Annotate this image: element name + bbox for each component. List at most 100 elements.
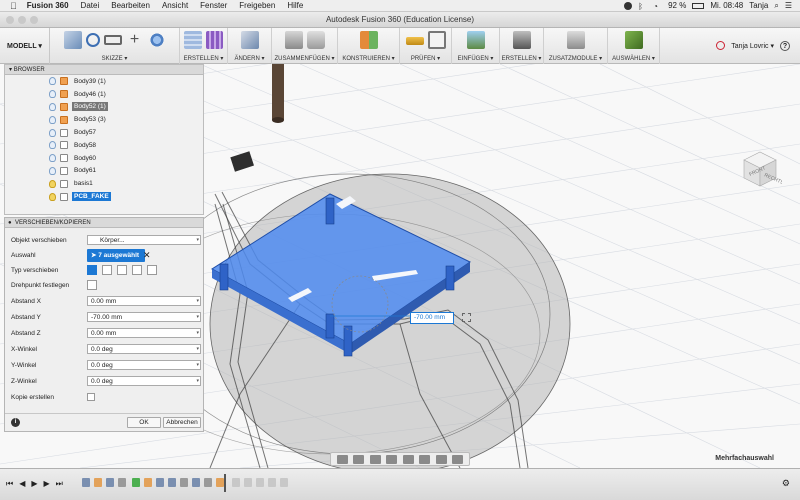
visibility-bulb-icon[interactable] bbox=[49, 179, 56, 188]
play-icon[interactable]: ▶ bbox=[31, 479, 37, 489]
visibility-bulb-icon[interactable] bbox=[49, 192, 56, 201]
ok-button[interactable]: OK bbox=[127, 417, 161, 428]
workspace-switcher[interactable]: MODELL ▾ bbox=[0, 28, 50, 64]
timeline-feature[interactable] bbox=[82, 478, 90, 487]
menubar-user[interactable]: Tanja bbox=[749, 1, 768, 10]
measure-icon[interactable] bbox=[405, 37, 424, 45]
menu-bearbeiten[interactable]: Bearbeiten bbox=[105, 1, 156, 10]
timeline-feature[interactable] bbox=[216, 478, 224, 487]
create-sketch-icon[interactable] bbox=[63, 31, 82, 49]
set-pivot-icon[interactable] bbox=[87, 280, 97, 290]
insert-image-icon[interactable] bbox=[466, 31, 485, 49]
free-move-icon[interactable] bbox=[87, 265, 97, 275]
timeline-feature[interactable] bbox=[204, 478, 212, 487]
orbit-icon[interactable] bbox=[336, 454, 348, 464]
menu-fenster[interactable]: Fenster bbox=[194, 1, 233, 10]
minimize-window-icon[interactable] bbox=[18, 16, 26, 24]
distance-y-input[interactable]: -70.00 mm ▾ bbox=[87, 312, 201, 322]
browser-header[interactable]: ▾ BROWSER bbox=[5, 65, 203, 75]
rotate-icon[interactable] bbox=[117, 265, 127, 275]
timeline-feature[interactable] bbox=[132, 478, 140, 487]
component-connector[interactable] bbox=[230, 151, 254, 172]
user-menu[interactable]: Tanja Lovric ▾ bbox=[731, 42, 774, 50]
timeline-feature[interactable] bbox=[106, 478, 114, 487]
close-window-icon[interactable] bbox=[6, 16, 14, 24]
ribbon-label-zusatzmodule[interactable]: ZUSATZMODULE ▾ bbox=[549, 55, 602, 62]
canvas-distance-input[interactable]: -70.00 mm bbox=[410, 312, 454, 324]
clock[interactable]: Mi. 08:48 bbox=[710, 1, 743, 10]
move-object-select[interactable]: Körper... ▾ bbox=[87, 235, 201, 245]
zoom-window-icon[interactable] bbox=[30, 16, 38, 24]
info-icon[interactable]: i bbox=[11, 418, 20, 427]
create-form-icon[interactable] bbox=[205, 31, 223, 49]
new-component-icon[interactable] bbox=[284, 31, 303, 49]
ribbon-label-erstellen[interactable]: ERSTELLEN ▾ bbox=[184, 55, 224, 62]
rectangle-icon[interactable] bbox=[103, 35, 122, 45]
visibility-bulb-icon[interactable] bbox=[49, 166, 56, 175]
timeline-feature[interactable] bbox=[268, 478, 276, 487]
browser-item[interactable]: basis1 bbox=[5, 177, 203, 190]
scripts-addins-icon[interactable] bbox=[566, 31, 585, 49]
browser-item[interactable]: Body58 bbox=[5, 139, 203, 152]
dropbox-icon[interactable] bbox=[624, 1, 633, 10]
grid-settings-icon[interactable] bbox=[435, 454, 447, 464]
go-to-start-icon[interactable]: ⏮ bbox=[6, 479, 13, 489]
menu-app-name[interactable]: Fusion 360 bbox=[21, 1, 75, 10]
browser-item[interactable]: PCB_FAKE bbox=[5, 190, 203, 203]
extrude-icon[interactable] bbox=[184, 31, 202, 49]
clear-selection-icon[interactable]: ✕ bbox=[143, 250, 151, 261]
pivot-handle-icon[interactable] bbox=[462, 313, 471, 322]
dialog-collapse-icon[interactable]: ● bbox=[8, 218, 12, 228]
selection-chip[interactable]: ➤ 7 ausgewählt bbox=[87, 249, 146, 262]
display-settings-icon[interactable] bbox=[419, 454, 431, 464]
point-icon[interactable]: + bbox=[126, 31, 144, 49]
browser-item[interactable]: Body52 (1) bbox=[5, 101, 203, 114]
help-icon[interactable]: ? bbox=[780, 40, 790, 51]
visibility-bulb-icon[interactable] bbox=[49, 141, 56, 150]
dialog-header[interactable]: ● VERSCHIEBEN/KOPIEREN bbox=[5, 218, 203, 228]
step-back-icon[interactable]: ◀ bbox=[19, 479, 25, 489]
ribbon-label-aendern[interactable]: ÄNDERN ▾ bbox=[234, 55, 264, 62]
ribbon-label-auswaehlen[interactable]: AUSWÄHLEN ▾ bbox=[612, 55, 655, 62]
distance-z-input[interactable]: 0.00 mm ▾ bbox=[87, 328, 201, 338]
visibility-bulb-icon[interactable] bbox=[49, 128, 56, 137]
cancel-button[interactable]: Abbrechen bbox=[163, 417, 201, 428]
timeline-feature[interactable] bbox=[232, 478, 240, 487]
browser-item[interactable]: Body57 bbox=[5, 126, 203, 139]
menu-hilfe[interactable]: Hilfe bbox=[281, 1, 309, 10]
press-pull-icon[interactable] bbox=[240, 31, 259, 49]
look-at-icon[interactable] bbox=[353, 454, 365, 464]
bluetooth-icon[interactable]: ᛒ bbox=[638, 2, 647, 11]
menu-datei[interactable]: Datei bbox=[75, 1, 106, 10]
angle-y-input[interactable]: 0.0 deg ▾ bbox=[87, 360, 201, 370]
point-to-position-icon[interactable] bbox=[147, 265, 157, 275]
make-icon[interactable] bbox=[512, 31, 531, 49]
ribbon-label-einfuegen[interactable]: EINFÜGEN ▾ bbox=[458, 55, 494, 62]
timeline-feature[interactable] bbox=[180, 478, 188, 487]
battery-icon[interactable] bbox=[692, 2, 705, 9]
ribbon-label-pruefen[interactable]: PRÜFEN ▾ bbox=[411, 55, 440, 62]
visibility-bulb-icon[interactable] bbox=[49, 115, 56, 124]
visibility-bulb-icon[interactable] bbox=[49, 102, 56, 111]
translate-icon[interactable] bbox=[102, 265, 112, 275]
browser-item[interactable]: Body53 (3) bbox=[5, 113, 203, 126]
create-copy-checkbox[interactable] bbox=[87, 393, 95, 401]
step-forward-icon[interactable]: ▶ bbox=[44, 479, 50, 489]
timeline-settings-icon[interactable]: ⚙ bbox=[782, 478, 790, 489]
viewcube[interactable]: FRONT RECHTS bbox=[738, 146, 782, 190]
angle-x-input[interactable]: 0.0 deg ▾ bbox=[87, 344, 201, 354]
notification-center-icon[interactable]: ☰ bbox=[785, 1, 792, 10]
timeline-feature[interactable] bbox=[118, 478, 126, 487]
go-to-end-icon[interactable]: ⏭ bbox=[56, 479, 63, 489]
visibility-bulb-icon[interactable] bbox=[49, 154, 56, 163]
timeline-marker[interactable] bbox=[224, 474, 226, 492]
visibility-bulb-icon[interactable] bbox=[49, 90, 56, 99]
line-icon[interactable] bbox=[85, 33, 100, 47]
timeline-feature[interactable] bbox=[156, 478, 164, 487]
select-icon[interactable] bbox=[624, 31, 643, 49]
browser-item[interactable]: Body39 (1) bbox=[5, 75, 203, 88]
angle-z-input[interactable]: 0.0 deg ▾ bbox=[87, 376, 201, 386]
timeline-feature[interactable] bbox=[256, 478, 264, 487]
offset-plane-icon[interactable] bbox=[359, 31, 378, 49]
search-icon[interactable]: ⌕ bbox=[774, 1, 778, 11]
